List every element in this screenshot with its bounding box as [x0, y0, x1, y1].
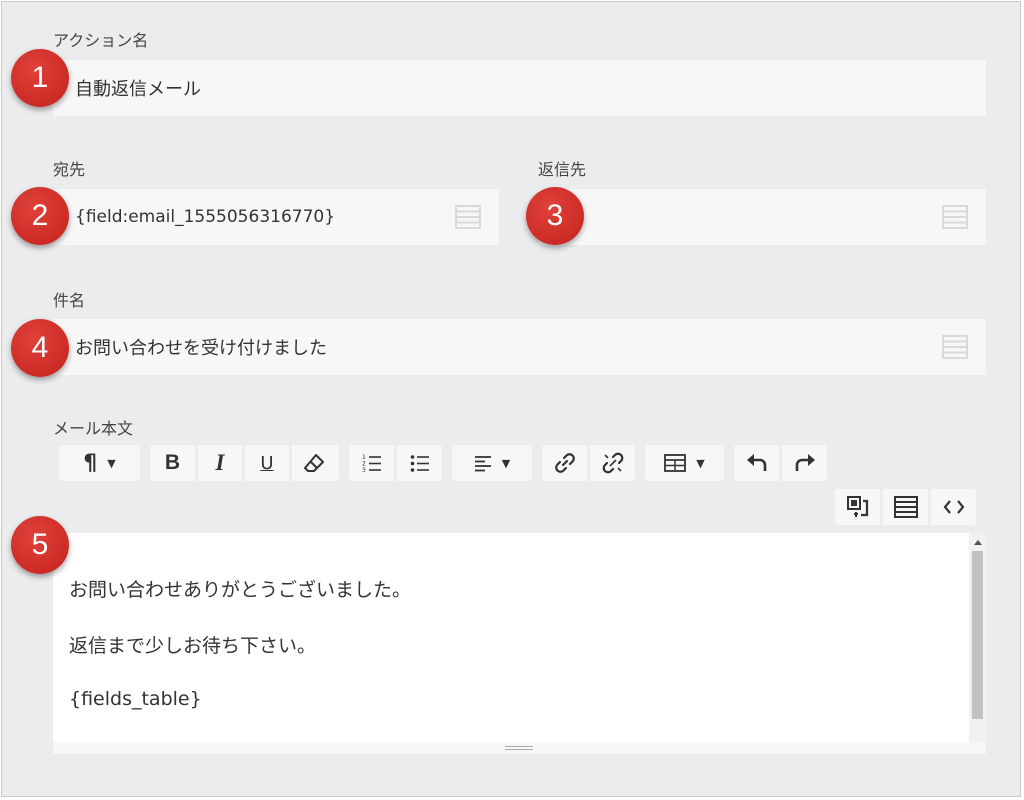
- link-icon: [554, 453, 575, 473]
- ordered-list-icon: 1 2 3: [362, 454, 381, 473]
- underline-icon: U: [260, 452, 274, 474]
- subject-label: 件名: [53, 291, 86, 310]
- reply-to-input[interactable]: [538, 189, 986, 245]
- undo-icon: [746, 454, 766, 471]
- code-icon: [943, 500, 964, 514]
- unlink-icon: [602, 452, 623, 474]
- undo-button[interactable]: [734, 445, 779, 481]
- paragraph-style-dropdown[interactable]: ¶ ▼: [59, 445, 140, 481]
- subject-value: お問い合わせを受け付けました: [75, 338, 327, 359]
- email-body-editor[interactable]: お問い合わせありがとうございました。 返信まで少しお待ち下さい。 {fields…: [53, 533, 986, 754]
- scroll-up-icon[interactable]: [974, 540, 982, 545]
- step-badge-5: 5: [11, 516, 69, 574]
- eraser-icon: [304, 454, 324, 472]
- shortcode-button[interactable]: [835, 489, 880, 525]
- step-badge-1: 1: [11, 49, 69, 107]
- action-name-value: 自動返信メール: [75, 79, 201, 100]
- view-group: [835, 489, 976, 525]
- paragraph-style-button[interactable]: ¶ ▼: [59, 445, 140, 481]
- step-badge-2: 2: [11, 187, 69, 245]
- list-group: 1 2 3: [349, 445, 442, 481]
- table-icon: [664, 454, 687, 472]
- bold-button[interactable]: B: [150, 445, 195, 481]
- insert-link-button[interactable]: [542, 445, 587, 481]
- redo-icon: [795, 454, 815, 471]
- action-name-label: アクション名: [53, 31, 149, 50]
- insert-table-button[interactable]: ▼: [645, 445, 724, 481]
- scrollbar-thumb[interactable]: [972, 551, 983, 719]
- history-group: [734, 445, 827, 481]
- to-input[interactable]: {field:email_1555056316770}: [53, 189, 499, 245]
- chevron-down-icon: ▼: [501, 456, 511, 470]
- action-name-input[interactable]: 自動返信メール: [53, 60, 986, 116]
- field-list-icon[interactable]: [942, 205, 968, 229]
- reply-to-label: 返信先: [538, 160, 587, 179]
- field-list-icon[interactable]: [942, 335, 968, 359]
- align-left-icon: [474, 456, 491, 472]
- italic-icon: I: [215, 450, 225, 475]
- unlink-button[interactable]: [590, 445, 635, 481]
- step-badge-3: 3: [526, 187, 584, 245]
- step-badge-4: 4: [11, 319, 69, 377]
- underline-button[interactable]: U: [245, 445, 289, 481]
- chevron-down-icon: ▼: [696, 456, 705, 470]
- clear-format-button[interactable]: [292, 445, 336, 481]
- body-label: メール本文: [53, 419, 134, 438]
- unordered-list-button[interactable]: [397, 445, 442, 481]
- paragraph-icon: ¶: [83, 450, 98, 476]
- body-line: お問い合わせありがとうございました。: [69, 579, 412, 601]
- code-view-button[interactable]: [931, 489, 976, 525]
- chevron-down-icon: ▼: [107, 456, 116, 470]
- to-value: {field:email_1555056316770}: [75, 207, 336, 227]
- table-dropdown[interactable]: ▼: [645, 445, 724, 481]
- bullet-list-icon: [410, 455, 429, 472]
- redo-button[interactable]: [782, 445, 827, 481]
- shortcode-icon: [846, 496, 868, 517]
- editor-resize-handle[interactable]: [53, 742, 986, 754]
- align-button[interactable]: ▼: [452, 445, 532, 481]
- link-group: [542, 445, 635, 481]
- grip-icon: [505, 746, 533, 747]
- italic-button[interactable]: I: [198, 445, 242, 481]
- field-list-icon[interactable]: [455, 205, 481, 229]
- subject-input[interactable]: お問い合わせを受け付けました: [53, 319, 986, 375]
- email-action-form: アクション名 自動返信メール 宛先 {field:email_155505631…: [1, 1, 1021, 797]
- ordered-list-button[interactable]: 1 2 3: [349, 445, 394, 481]
- editor-scrollbar[interactable]: [969, 533, 986, 754]
- fields-list-button[interactable]: [883, 489, 928, 525]
- body-line: 返信まで少しお待ち下さい。: [69, 635, 317, 657]
- to-label: 宛先: [53, 160, 86, 179]
- svg-text:3: 3: [362, 467, 366, 473]
- body-line: {fields_table}: [69, 688, 202, 710]
- text-format-group: B I U: [150, 445, 339, 481]
- list-icon: [893, 496, 918, 518]
- bold-icon: B: [164, 451, 181, 474]
- align-dropdown[interactable]: ▼: [452, 445, 532, 481]
